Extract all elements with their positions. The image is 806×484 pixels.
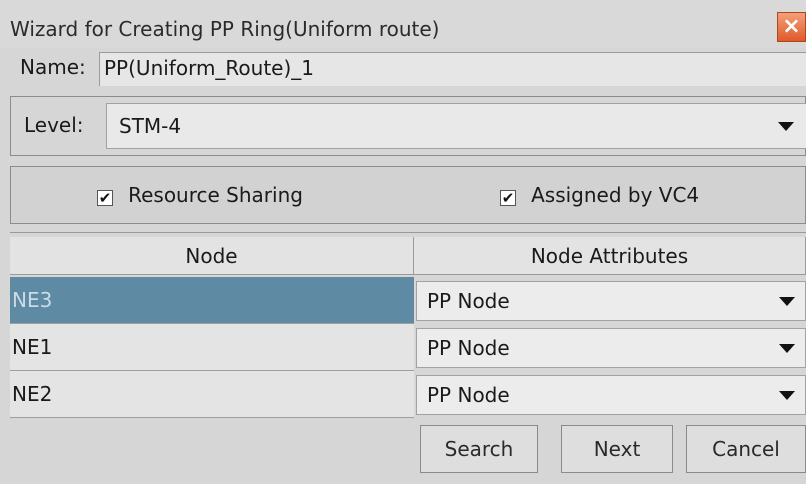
search-button[interactable]: Search <box>420 425 538 473</box>
name-label: Name: <box>20 55 86 79</box>
next-button[interactable]: Next <box>561 425 673 473</box>
node-attribute-value: PP Node <box>427 336 510 360</box>
assigned-by-vc4-label: Assigned by VC4 <box>531 183 700 207</box>
assigned-by-vc4-checkbox[interactable]: ✔ Assigned by VC4 <box>500 183 699 207</box>
chevron-down-icon <box>779 344 795 353</box>
cancel-button[interactable]: Cancel <box>686 425 806 473</box>
name-field[interactable]: PP(Uniform_Route)_1 <box>99 52 806 86</box>
table-row[interactable]: NE2 PP Node <box>10 371 806 418</box>
table-row[interactable]: NE3 PP Node <box>10 277 806 324</box>
resource-sharing-label: Resource Sharing <box>128 183 303 207</box>
node-cell[interactable]: NE3 <box>10 277 414 324</box>
level-panel: Level: STM-4 <box>10 96 806 156</box>
level-label: Level: <box>24 113 84 137</box>
level-select[interactable]: STM-4 <box>106 103 806 149</box>
node-attribute-value: PP Node <box>427 383 510 407</box>
level-value: STM-4 <box>119 114 182 138</box>
close-icon[interactable]: × <box>777 12 806 42</box>
table-row[interactable]: NE1 PP Node <box>10 324 806 371</box>
window-title: Wizard for Creating PP Ring(Uniform rout… <box>10 17 440 41</box>
column-header-node[interactable]: Node <box>10 237 414 275</box>
node-attribute-select[interactable]: PP Node <box>416 328 806 368</box>
node-cell[interactable]: NE1 <box>10 324 414 371</box>
node-attribute-select[interactable]: PP Node <box>416 281 806 321</box>
options-panel: ✔ Resource Sharing ✔ Assigned by VC4 <box>10 166 806 224</box>
title-bar: Wizard for Creating PP Ring(Uniform rout… <box>0 0 806 48</box>
column-header-node-attributes[interactable]: Node Attributes <box>414 237 806 275</box>
resource-sharing-checkbox[interactable]: ✔ Resource Sharing <box>97 183 303 207</box>
node-attribute-select[interactable]: PP Node <box>416 375 806 415</box>
node-cell[interactable]: NE2 <box>10 371 414 418</box>
name-row: Name: PP(Uniform_Route)_1 <box>0 48 806 90</box>
chevron-down-icon <box>779 391 795 400</box>
node-attribute-value: PP Node <box>427 289 510 313</box>
node-table: Node Node Attributes NE3 PP Node NE1 PP … <box>10 232 806 418</box>
checkmark-icon: ✔ <box>500 189 516 207</box>
chevron-down-icon <box>779 297 795 306</box>
checkmark-icon: ✔ <box>97 189 113 207</box>
chevron-down-icon <box>778 122 794 131</box>
